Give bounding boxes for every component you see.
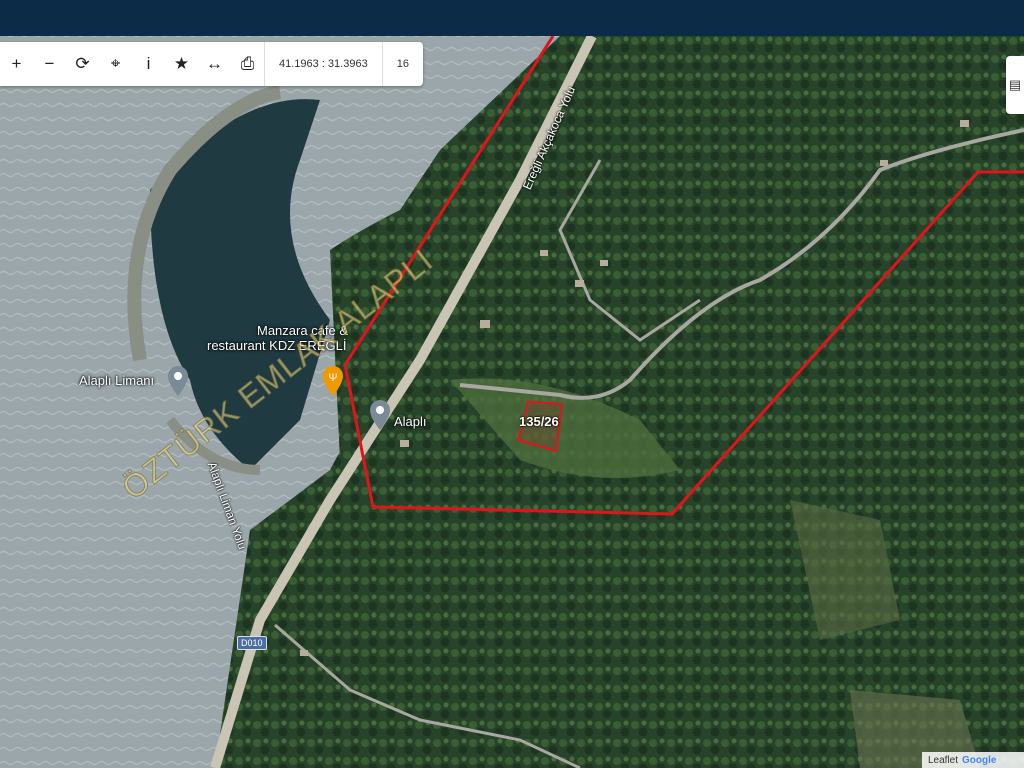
google-logo: Google — [962, 754, 997, 766]
layers-button[interactable]: ▤ — [1006, 56, 1024, 114]
coordinate-readout: 41.1963 : 31.3963 — [264, 42, 382, 86]
satellite-map[interactable]: Ψ — [0, 36, 1024, 768]
parcel-label: 135/26 — [519, 414, 559, 429]
town-label: Alaplı — [394, 414, 427, 429]
road-shield: D010 — [237, 636, 267, 650]
refresh-icon: ⟳ — [75, 54, 90, 73]
favorite-button[interactable]: ★ — [165, 42, 198, 86]
arrows-horizontal-icon: ↔ — [206, 54, 223, 73]
crosshair-icon: ⌖ — [110, 54, 121, 73]
map-toolbar: + − ⟳ ⌖ i ★ ↔ ⎙ 41.1963 : 31.3963 16 — [0, 42, 423, 86]
zoom-level: 16 — [381, 42, 423, 86]
measure-button[interactable]: ↔ — [198, 42, 231, 86]
map-imagery: Ψ — [0, 36, 1024, 768]
print-button[interactable]: ⎙ — [231, 42, 264, 86]
top-header-bar — [0, 0, 1024, 36]
svg-text:Ψ: Ψ — [328, 372, 337, 384]
info-button[interactable]: i — [132, 42, 165, 86]
minus-icon: − — [44, 54, 55, 73]
locate-button[interactable]: ⌖ — [99, 42, 132, 86]
zoom-out-button[interactable]: − — [33, 42, 66, 86]
plus-icon: + — [11, 54, 22, 73]
map-attribution: Leaflet Google — [922, 752, 1024, 768]
layers-icon: ▤ — [1008, 77, 1022, 92]
star-icon: ★ — [173, 54, 190, 73]
info-icon: i — [146, 54, 151, 73]
leaflet-link[interactable]: Leaflet — [928, 755, 958, 766]
refresh-button[interactable]: ⟳ — [66, 42, 99, 86]
zoom-in-button[interactable]: + — [0, 42, 33, 86]
harbor-label: Alaplı Limanı — [79, 373, 155, 388]
printer-icon: ⎙ — [240, 54, 255, 73]
